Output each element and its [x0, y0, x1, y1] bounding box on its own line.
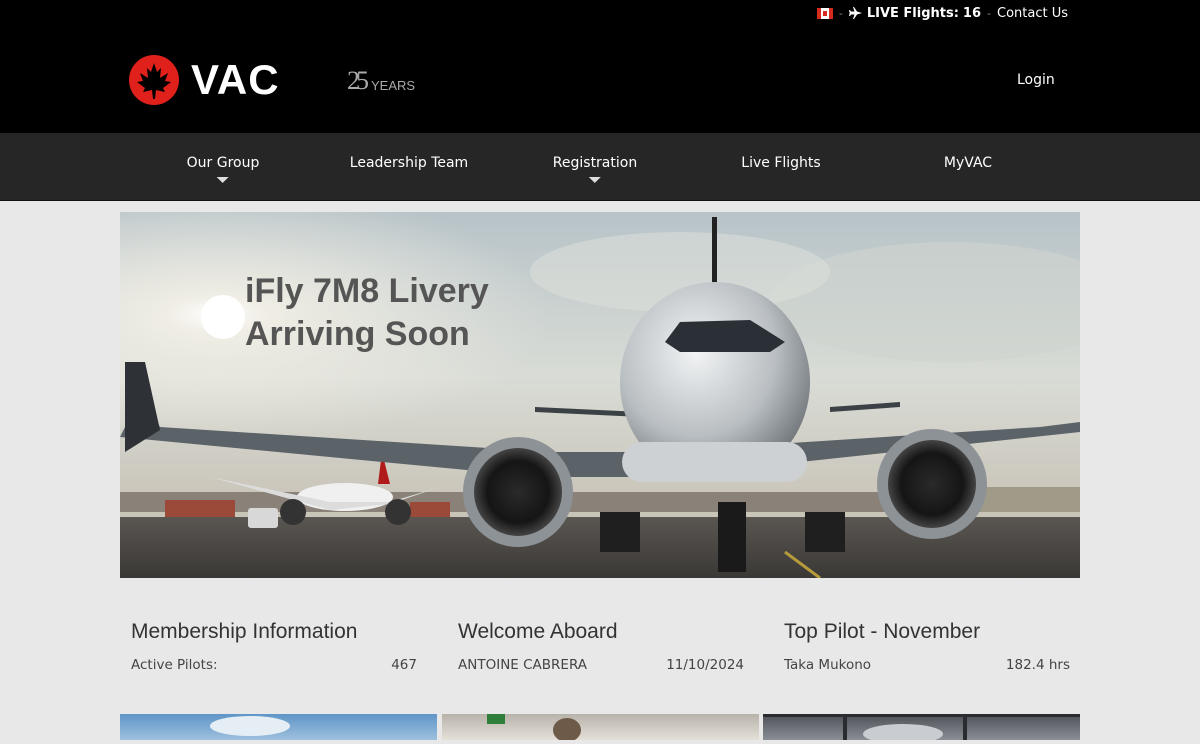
new-pilot-date: 11/10/2024: [666, 657, 744, 673]
live-flights-label: LIVE Flights:: [866, 5, 959, 21]
thumbnail-image: [763, 714, 1080, 744]
top-utility-bar: - LIVE Flights: 16 - Contact Us: [816, 5, 1068, 21]
feature-thumbnail-1[interactable]: [120, 714, 437, 740]
nav-item-label: Our Group: [186, 155, 260, 171]
active-pilots-value: 467: [391, 657, 417, 673]
thumbnail-image: [487, 714, 581, 742]
top-pilot-panel: Top Pilot - November Taka Mukono 182.4 h…: [784, 620, 1070, 673]
hero-title-line-2: Arriving Soon: [245, 315, 470, 353]
live-flights-count: 16: [962, 5, 982, 21]
nav-item-registration[interactable]: Registration: [552, 155, 638, 183]
feature-thumbnail-2[interactable]: [442, 714, 759, 742]
nav-item-our-group[interactable]: Our Group: [186, 155, 260, 183]
live-flights-link[interactable]: LIVE Flights: 16: [848, 5, 982, 21]
login-link[interactable]: Login: [1017, 72, 1055, 88]
top-pilot-name: Taka Mukono: [784, 657, 872, 673]
thumbnail-image: [210, 716, 290, 736]
dropdown-caret-icon: [589, 177, 601, 183]
anniversary-badge: 25 YEARS: [347, 66, 415, 96]
active-pilots-row: Active Pilots: 467: [131, 657, 417, 673]
feature-thumbnail-3[interactable]: [763, 714, 1080, 744]
nav-item-label: Leadership Team: [349, 155, 469, 171]
canada-flag-icon[interactable]: [816, 7, 833, 19]
hero-title-line-1: iFly 7M8 Livery: [245, 272, 489, 310]
top-pilot-heading: Top Pilot - November: [784, 620, 981, 643]
main-navigation: Our Group Leadership Team Registration L…: [0, 133, 1200, 201]
topbar-separator-2: -: [987, 6, 991, 20]
anniversary-number: 25: [347, 66, 369, 95]
hero-banner[interactable]: iFly 7M8 Livery Arriving Soon: [120, 212, 1080, 578]
site-logo[interactable]: VAC: [129, 55, 280, 105]
contact-us-link[interactable]: Contact Us: [997, 6, 1068, 21]
membership-heading: Membership Information: [131, 620, 358, 643]
nav-item-label: Live Flights: [741, 155, 821, 171]
nav-item-label: MyVAC: [943, 155, 993, 171]
nav-item-live-flights[interactable]: Live Flights: [741, 155, 820, 171]
nav-item-myvac[interactable]: MyVAC: [944, 155, 992, 171]
nav-item-label: Registration: [552, 155, 638, 171]
top-pilot-row: Taka Mukono 182.4 hrs: [784, 657, 1070, 673]
welcome-heading: Welcome Aboard: [458, 620, 618, 643]
airplane-icon: [848, 7, 862, 19]
nav-item-leadership-team[interactable]: Leadership Team: [350, 155, 468, 171]
welcome-row: ANTOINE CABRERA 11/10/2024: [458, 657, 744, 673]
logo-text: VAC: [191, 56, 280, 103]
active-pilots-label: Active Pilots:: [131, 657, 218, 673]
welcome-panel: Welcome Aboard ANTOINE CABRERA 11/10/202…: [458, 620, 744, 673]
membership-panel: Membership Information Active Pilots: 46…: [131, 620, 417, 673]
site-header: - LIVE Flights: 16 - Contact Us VAC 25 Y…: [0, 0, 1200, 133]
dropdown-caret-icon: [216, 177, 229, 183]
topbar-separator: -: [838, 6, 843, 20]
hero-title: iFly 7M8 Livery Arriving Soon: [245, 270, 645, 356]
anniversary-word: YEARS: [371, 78, 416, 93]
maple-leaf-icon: [129, 55, 179, 105]
new-pilot-name: ANTOINE CABRERA: [458, 657, 588, 673]
hero-aircraft-image: [120, 212, 1080, 578]
top-pilot-hours: 182.4 hrs: [1005, 657, 1070, 673]
